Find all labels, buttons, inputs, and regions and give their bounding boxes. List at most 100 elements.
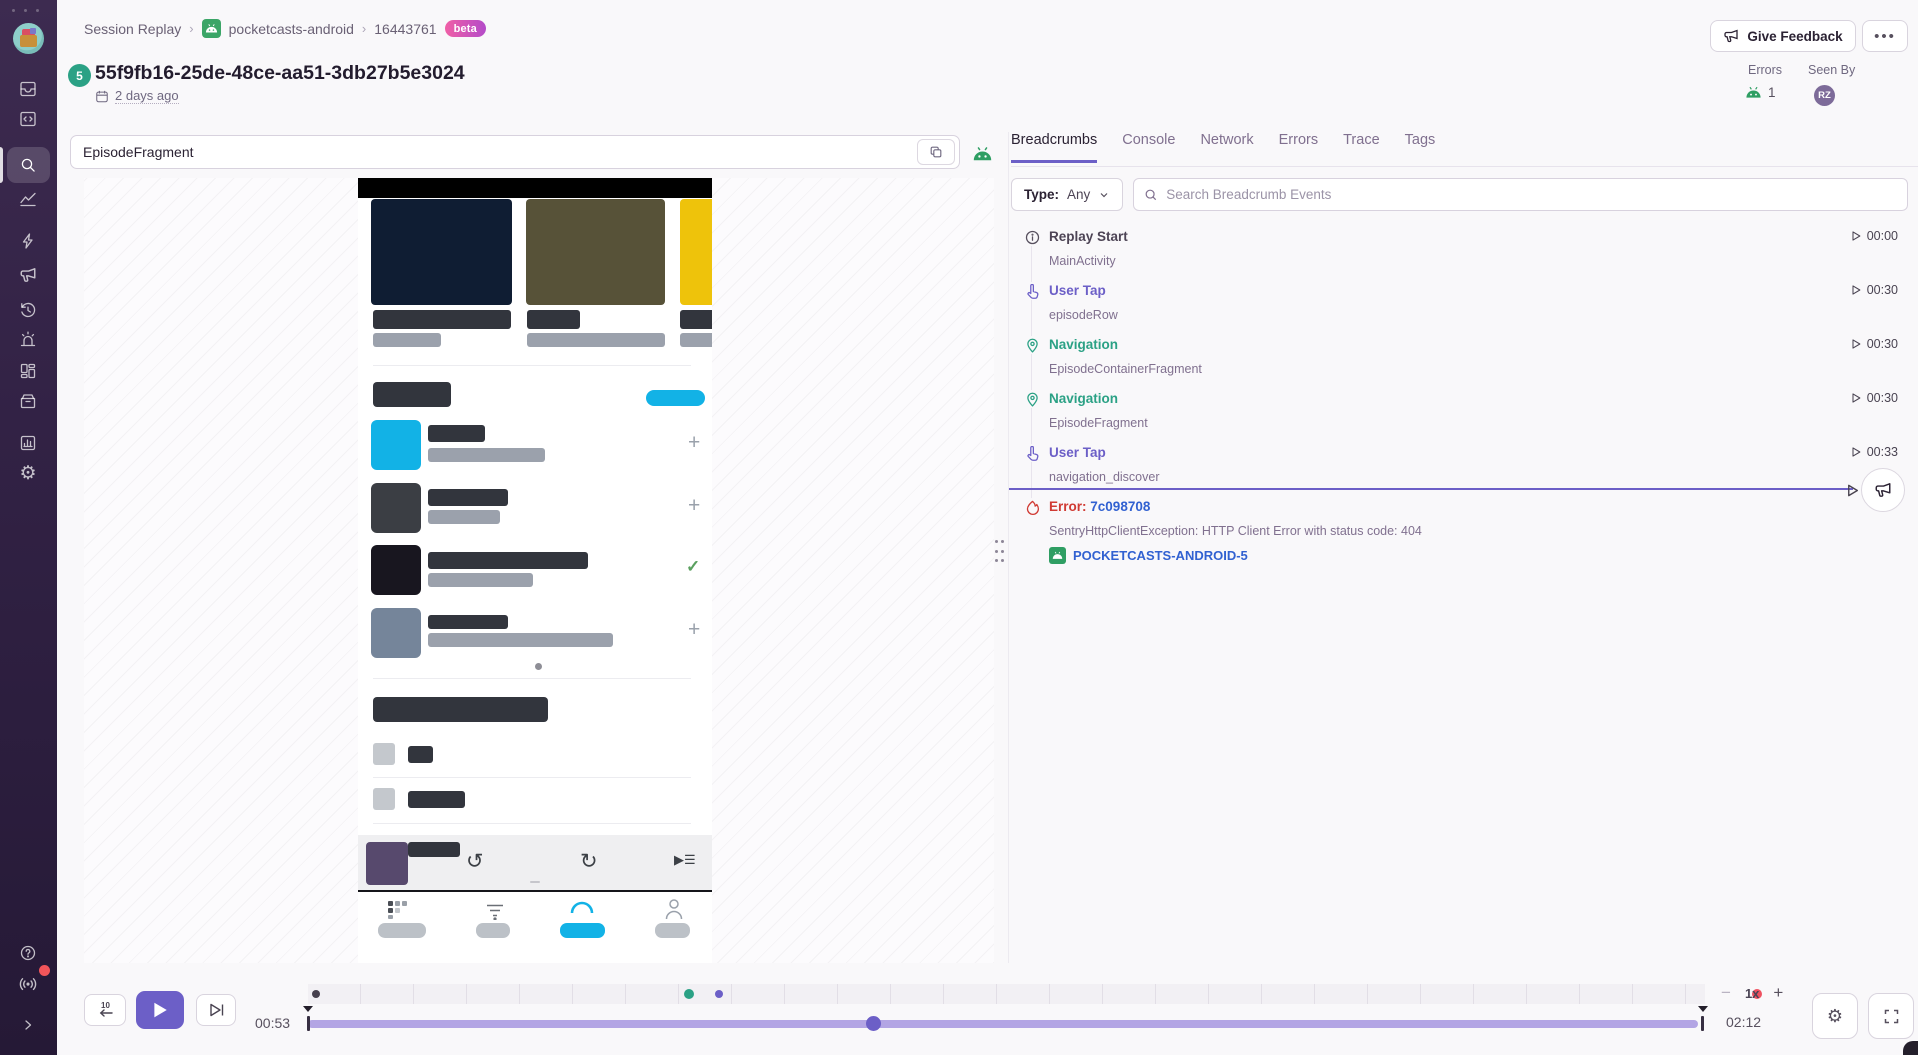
skip-to-end-button[interactable] (196, 994, 236, 1026)
play-icon (1850, 446, 1862, 458)
queue-icon: ▶☰ (674, 853, 696, 866)
play-button[interactable] (136, 991, 184, 1029)
profile-tab-icon (664, 898, 684, 920)
event-timestamp[interactable]: 00:30 (1850, 391, 1898, 405)
sidebar-item-discover[interactable] (8, 184, 48, 214)
sidebar-item-projects[interactable] (8, 104, 48, 134)
speed-controls: − 1x + (1721, 983, 1783, 1003)
sidebar-collapse[interactable] (8, 1010, 48, 1040)
breadcrumb-event-tap[interactable]: User TapepisodeRow00:30 (1009, 274, 1918, 328)
svg-text:10: 10 (101, 1001, 110, 1010)
speed-decrease-button[interactable]: − (1721, 983, 1731, 1003)
android-issue-icon (1049, 547, 1066, 564)
event-title: User Tap (1049, 283, 1106, 298)
timeline-scrubber[interactable] (308, 1020, 1698, 1028)
megaphone-icon (19, 266, 37, 284)
replay-viewport[interactable]: + + ✓ + ↺ (84, 178, 994, 963)
skeleton-bar (408, 842, 460, 857)
check-icon: ✓ (686, 558, 700, 575)
issue-link[interactable]: POCKETCASTS-ANDROID-5 (1049, 547, 1808, 564)
speed-increase-button[interactable]: + (1773, 983, 1783, 1003)
rewind-10-button[interactable]: 10 (84, 994, 126, 1026)
small-thumb (373, 743, 395, 765)
timeline-event-track[interactable] (308, 984, 1705, 1004)
tab-errors[interactable]: Errors (1279, 132, 1318, 160)
more-options-button[interactable]: ••• (1862, 20, 1908, 52)
breadcrumb-project[interactable]: pocketcasts-android (229, 21, 354, 37)
type-filter-dropdown[interactable]: Type: Any (1011, 178, 1123, 211)
gear-icon: ⚙ (1827, 1007, 1843, 1025)
sidebar-item-stats[interactable] (8, 428, 48, 458)
event-timestamp[interactable]: 00:30 (1850, 283, 1898, 297)
timestamp-text[interactable]: 2 days ago (115, 88, 179, 104)
play-icon (1850, 338, 1862, 350)
sidebar-item-search[interactable] (8, 150, 48, 180)
copy-button[interactable] (917, 139, 955, 165)
pane-resize-handle[interactable] (995, 540, 1005, 562)
sidebar-item-feedback[interactable] (8, 260, 48, 290)
skeleton-bar (408, 746, 433, 763)
org-avatar[interactable] (13, 23, 44, 54)
nav-label-skeleton (476, 923, 510, 938)
breadcrumb-search-input[interactable] (1166, 187, 1897, 202)
sidebar-item-alerts[interactable] (8, 324, 48, 354)
dashboard-icon (18, 361, 38, 381)
sidebar-item-releases[interactable] (8, 386, 48, 416)
total-time: 02:12 (1726, 1014, 1761, 1030)
sidebar-item-help[interactable] (8, 938, 48, 968)
feedback-bubble-button[interactable] (1861, 468, 1905, 512)
event-timestamp[interactable]: 00:30 (1850, 337, 1898, 351)
sidebar-item-whats-new[interactable] (8, 968, 48, 998)
breadcrumb-session-replay[interactable]: Session Replay (84, 21, 181, 37)
breadcrumb-replay-id[interactable]: 16443761 (374, 21, 436, 37)
event-timestamp[interactable]: 00:00 (1850, 229, 1898, 243)
sidebar-item-performance[interactable] (8, 226, 48, 256)
play-from-here-icon[interactable] (1845, 483, 1860, 498)
event-timestamp[interactable]: 00:33 (1850, 445, 1898, 459)
tab-breadcrumbs[interactable]: Breadcrumbs (1011, 132, 1097, 163)
skeleton-bar (428, 615, 508, 629)
breadcrumb-event-nav[interactable]: NavigationEpisodeFragment00:30 (1009, 382, 1918, 436)
divider (373, 678, 691, 679)
event-marker-tap[interactable] (715, 990, 723, 998)
user-avatar[interactable]: RZ (1814, 85, 1835, 106)
nav-label-skeleton (655, 923, 690, 938)
give-feedback-button[interactable]: Give Feedback (1710, 20, 1856, 52)
breadcrumb-event-tap[interactable]: User Tapnavigation_discover00:33 (1009, 436, 1918, 490)
timeline-start-caret (303, 1006, 313, 1012)
chevron-down-icon (1098, 189, 1110, 201)
replay-timestamp: 2 days ago (95, 88, 179, 104)
sidebar-item-replays[interactable] (8, 295, 48, 325)
skeleton-bar (428, 573, 533, 587)
sidebar-item-dashboards[interactable] (8, 356, 48, 386)
breadcrumb-event-error[interactable]: Error: 7c098708SentryHttpClientException… (1009, 490, 1918, 570)
breadcrumb-search (1133, 178, 1908, 211)
player-settings-button[interactable]: ⚙ (1812, 993, 1858, 1039)
cyan-pill-button (646, 390, 705, 406)
event-marker-navigation[interactable] (684, 989, 694, 999)
tab-trace[interactable]: Trace (1343, 132, 1380, 160)
scrubber-handle[interactable] (866, 1016, 881, 1031)
speed-value: 1x (1745, 986, 1759, 1001)
event-description: SentryHttpClientException: HTTP Client E… (1049, 525, 1808, 538)
tab-console[interactable]: Console (1122, 132, 1175, 160)
tab-tags[interactable]: Tags (1405, 132, 1436, 160)
sidebar-item-issues[interactable] (8, 74, 48, 104)
small-thumb (373, 788, 395, 810)
replay-filter-input[interactable] (70, 135, 960, 169)
error-id-link[interactable]: 7c098708 (1090, 499, 1150, 514)
android-platform-icon (972, 146, 993, 162)
gear-icon: ⚙ (19, 464, 36, 483)
event-description: MainActivity (1049, 255, 1808, 268)
current-time-indicator (1009, 488, 1853, 490)
breadcrumb-event-info[interactable]: Replay StartMainActivity00:00 (1009, 220, 1918, 274)
fullscreen-button[interactable] (1868, 993, 1914, 1039)
discover-tab-icon (570, 900, 594, 914)
event-marker[interactable] (312, 990, 320, 998)
tab-network[interactable]: Network (1200, 132, 1253, 160)
nav-label-skeleton (378, 923, 426, 938)
search-icon (1144, 188, 1158, 202)
album-card (680, 199, 712, 305)
breadcrumb-event-nav[interactable]: NavigationEpisodeContainerFragment00:30 (1009, 328, 1918, 382)
sidebar-item-settings[interactable]: ⚙ (8, 458, 48, 488)
